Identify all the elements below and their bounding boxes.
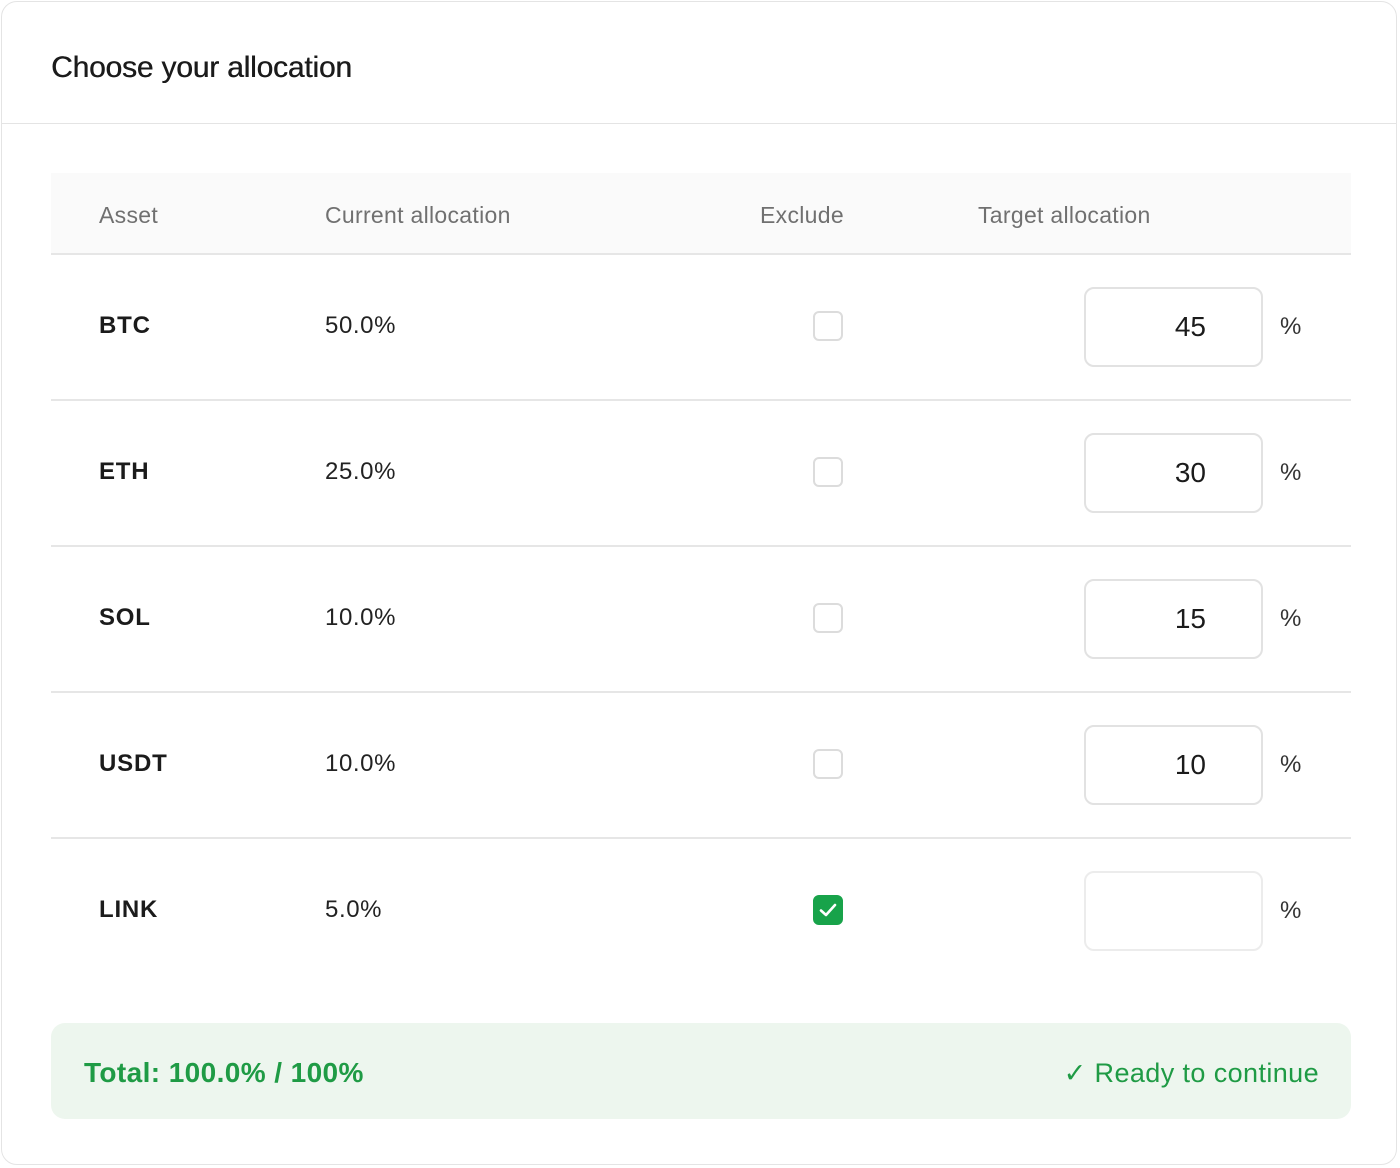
exclude-checkbox[interactable]	[813, 603, 843, 633]
column-header-asset: Asset	[99, 202, 159, 228]
ready-status: ✓ Ready to continue	[1063, 1058, 1319, 1088]
allocation-table: Asset Current allocation Exclude Target …	[51, 173, 1351, 985]
total-allocation: Total: 100.0% / 100%	[84, 1057, 364, 1088]
checkmark-icon	[819, 903, 837, 917]
asset-name: ETH	[99, 458, 150, 485]
exclude-checkbox[interactable]	[813, 457, 843, 487]
current-allocation: 10.0%	[325, 750, 397, 777]
card-header: Choose your allocation	[2, 2, 1396, 124]
current-allocation: 5.0%	[325, 896, 383, 923]
exclude-checkbox[interactable]	[813, 311, 843, 341]
current-allocation: 25.0%	[325, 458, 397, 485]
exclude-checkbox[interactable]	[813, 895, 843, 925]
current-allocation: 50.0%	[325, 312, 397, 339]
asset-name: BTC	[99, 312, 151, 339]
page-title: Choose your allocation	[51, 51, 352, 84]
exclude-checkbox[interactable]	[813, 749, 843, 779]
percent-unit: %	[1280, 897, 1302, 924]
target-allocation-input[interactable]	[1084, 871, 1263, 951]
asset-name: SOL	[99, 604, 151, 631]
column-header-exclude: Exclude	[760, 202, 844, 228]
percent-unit: %	[1280, 751, 1302, 778]
percent-unit: %	[1280, 459, 1302, 486]
asset-name: USDT	[99, 750, 168, 777]
table-row: USDT 10.0% %	[51, 693, 1351, 839]
target-allocation-input[interactable]	[1084, 433, 1263, 513]
target-allocation-input[interactable]	[1084, 287, 1263, 367]
percent-unit: %	[1280, 605, 1302, 632]
percent-unit: %	[1280, 313, 1302, 340]
target-allocation-input[interactable]	[1084, 579, 1263, 659]
table-header: Asset Current allocation Exclude Target …	[51, 173, 1351, 255]
allocation-card: Choose your allocation Asset Current all…	[1, 1, 1397, 1165]
asset-name: LINK	[99, 896, 159, 923]
column-header-current-allocation: Current allocation	[325, 202, 511, 228]
column-header-target-allocation: Target allocation	[978, 202, 1151, 228]
table-row: ETH 25.0% %	[51, 401, 1351, 547]
table-row: SOL 10.0% %	[51, 547, 1351, 693]
allocation-summary: Total: 100.0% / 100% ✓ Ready to continue	[51, 1023, 1351, 1119]
current-allocation: 10.0%	[325, 604, 397, 631]
table-row: BTC 50.0% %	[51, 255, 1351, 401]
table-row: LINK 5.0% %	[51, 839, 1351, 985]
target-allocation-input[interactable]	[1084, 725, 1263, 805]
